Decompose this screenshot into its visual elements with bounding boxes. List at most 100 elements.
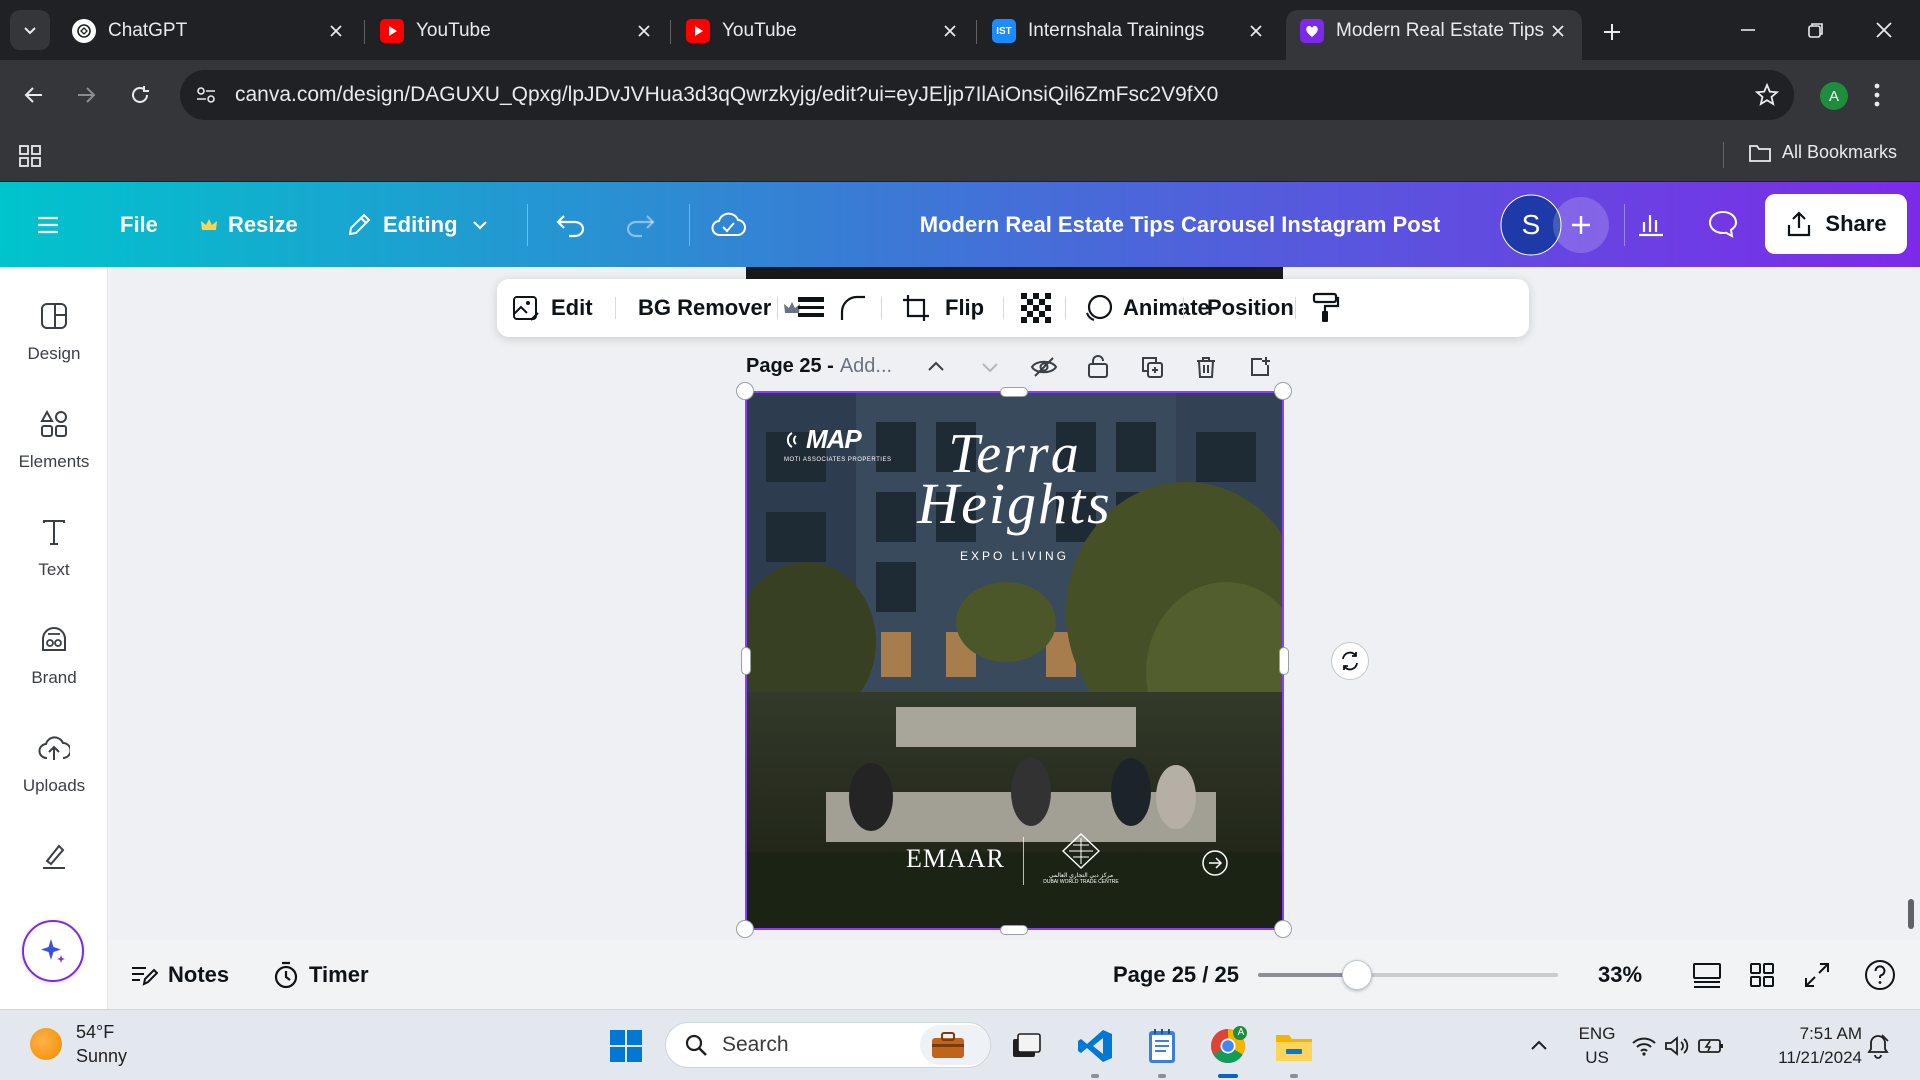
add-page-button[interactable]: [1244, 351, 1276, 383]
editing-mode-button[interactable]: Editing: [345, 182, 490, 267]
omnibox[interactable]: canva.com/design/DAGUXU_Qpxg/lpJDvJVHua3…: [180, 70, 1794, 120]
help-button[interactable]: [1863, 958, 1897, 992]
all-bookmarks-button[interactable]: All Bookmarks: [1748, 142, 1897, 163]
project-title-line2[interactable]: Heights: [746, 470, 1283, 537]
animate-button[interactable]: Animate: [1083, 279, 1210, 337]
close-tab-icon[interactable]: [1244, 19, 1268, 43]
transparency-button[interactable]: [1021, 279, 1061, 337]
tab-chatgpt[interactable]: ChatGPT: [58, 10, 360, 52]
apps-grid-icon[interactable]: [18, 144, 42, 168]
move-page-down-button[interactable]: [974, 351, 1006, 383]
border-style-button[interactable]: [797, 279, 835, 337]
restore-button[interactable]: [1792, 8, 1840, 52]
delete-page-button[interactable]: [1190, 351, 1222, 383]
show-hidden-icons-button[interactable]: [1514, 1021, 1564, 1071]
weather-widget[interactable]: 54°F Sunny: [30, 1020, 127, 1068]
forward-button[interactable]: [64, 73, 108, 117]
document-title[interactable]: Modern Real Estate Tips Carousel Instagr…: [900, 182, 1460, 267]
redo-button[interactable]: [624, 182, 666, 267]
reload-button[interactable]: [118, 73, 162, 117]
start-button[interactable]: [601, 1021, 651, 1071]
main-menu-button[interactable]: [36, 182, 70, 267]
url-text[interactable]: canva.com/design/DAGUXU_Qpxg/lpJDvJVHua3…: [235, 83, 1218, 107]
system-clock[interactable]: 7:51 AM 11/21/2024: [1752, 1022, 1862, 1070]
copy-style-button[interactable]: [1312, 279, 1350, 337]
taskbar-notepad[interactable]: [1137, 1021, 1187, 1071]
pages-view-button[interactable]: [1690, 958, 1724, 992]
task-view-button[interactable]: [1001, 1021, 1051, 1071]
move-page-up-button[interactable]: [920, 351, 952, 383]
design-page-canvas[interactable]: MAP MOTI ASSOCIATES PROPERTIES Terra Hei…: [746, 392, 1283, 929]
sidebar-item-draw[interactable]: [0, 828, 108, 888]
resize-handle-bottom-left[interactable]: [736, 920, 754, 938]
zoom-slider-handle[interactable]: [1342, 960, 1372, 990]
resize-handle-top-right[interactable]: [1274, 382, 1292, 400]
crop-button[interactable]: [901, 279, 941, 337]
sidebar-item-text[interactable]: Text: [0, 504, 108, 594]
new-tab-button[interactable]: [1594, 14, 1630, 50]
corner-rounding-button[interactable]: [839, 279, 877, 337]
resize-handle-right[interactable]: [1279, 647, 1289, 675]
undo-button[interactable]: [555, 182, 597, 267]
lock-page-button[interactable]: [1082, 351, 1114, 383]
edit-image-button[interactable]: Edit: [511, 279, 593, 337]
vertical-scrollbar[interactable]: [1908, 899, 1914, 929]
tab-internshala[interactable]: IST Internshala Trainings: [978, 10, 1280, 52]
bookmark-star-icon[interactable]: [1754, 82, 1780, 108]
input-language-indicator[interactable]: ENG US: [1572, 1022, 1622, 1070]
close-tab-icon[interactable]: [938, 19, 962, 43]
resize-handle-top[interactable]: [1000, 387, 1028, 397]
resize-handle-bottom-right[interactable]: [1274, 920, 1292, 938]
resize-handle-left[interactable]: [741, 647, 751, 675]
taskbar-file-explorer[interactable]: [1269, 1021, 1319, 1071]
partner-logo[interactable]: مركز دبي التجاري العالمي DUBAI WORLD TRA…: [1041, 832, 1121, 885]
close-tab-icon[interactable]: [324, 19, 348, 43]
taskbar-vscode[interactable]: [1070, 1021, 1120, 1071]
zoom-level-button[interactable]: 33%: [1598, 940, 1642, 1009]
system-status-tray[interactable]: [1628, 1021, 1728, 1071]
notes-button[interactable]: Notes: [130, 940, 229, 1009]
timer-button[interactable]: Timer: [273, 940, 369, 1009]
magic-assistant-button[interactable]: [22, 920, 84, 982]
zoom-slider-track[interactable]: [1258, 973, 1558, 977]
sidebar-item-brand[interactable]: Brand: [0, 612, 108, 702]
comments-button[interactable]: [1694, 195, 1752, 253]
resize-handle-bottom[interactable]: [1000, 925, 1028, 935]
invite-button[interactable]: [1553, 197, 1609, 253]
developer-logo[interactable]: EMAAR: [906, 844, 1005, 874]
share-button[interactable]: Share: [1765, 194, 1907, 254]
sidebar-item-design[interactable]: Design: [0, 288, 108, 378]
tab-youtube-2[interactable]: YouTube: [672, 10, 974, 52]
tab-youtube-1[interactable]: YouTube: [366, 10, 668, 52]
minimize-button[interactable]: [1724, 8, 1772, 52]
taskbar-search-box[interactable]: Search: [665, 1022, 991, 1068]
close-tab-icon[interactable]: [1546, 19, 1570, 43]
file-menu-button[interactable]: File: [120, 182, 158, 267]
project-subtitle[interactable]: EXPO LIVING: [746, 549, 1283, 563]
position-button[interactable]: Position: [1207, 279, 1294, 337]
browser-menu-icon[interactable]: [1872, 82, 1882, 108]
flip-button[interactable]: Flip: [945, 279, 984, 337]
taskbar-chrome[interactable]: A: [1203, 1021, 1253, 1071]
sidebar-item-elements[interactable]: Elements: [0, 396, 108, 486]
grid-view-button[interactable]: [1745, 958, 1779, 992]
resize-handle-top-left[interactable]: [736, 382, 754, 400]
tab-search-button[interactable]: [10, 10, 50, 50]
page-indicator-button[interactable]: Page 25 / 25: [1113, 940, 1239, 1009]
back-button[interactable]: [12, 73, 56, 117]
notifications-button[interactable]: [1858, 1021, 1898, 1071]
sidebar-item-uploads[interactable]: Uploads: [0, 720, 108, 810]
add-page-title[interactable]: Add...: [840, 355, 892, 378]
profile-avatar[interactable]: A: [1820, 82, 1848, 110]
site-info-icon[interactable]: [194, 83, 218, 107]
duplicate-page-button[interactable]: [1136, 351, 1168, 383]
rotate-handle[interactable]: [1331, 642, 1369, 680]
tab-canva-active[interactable]: Modern Real Estate Tips C: [1286, 10, 1582, 60]
fullscreen-button[interactable]: [1800, 958, 1834, 992]
swipe-arrow[interactable]: [1201, 849, 1229, 877]
save-status-button[interactable]: [710, 182, 756, 267]
close-tab-icon[interactable]: [632, 19, 656, 43]
close-window-button[interactable]: [1860, 8, 1908, 52]
resize-button[interactable]: Resize: [200, 182, 298, 267]
bg-remover-button[interactable]: BG Remover: [638, 279, 811, 337]
